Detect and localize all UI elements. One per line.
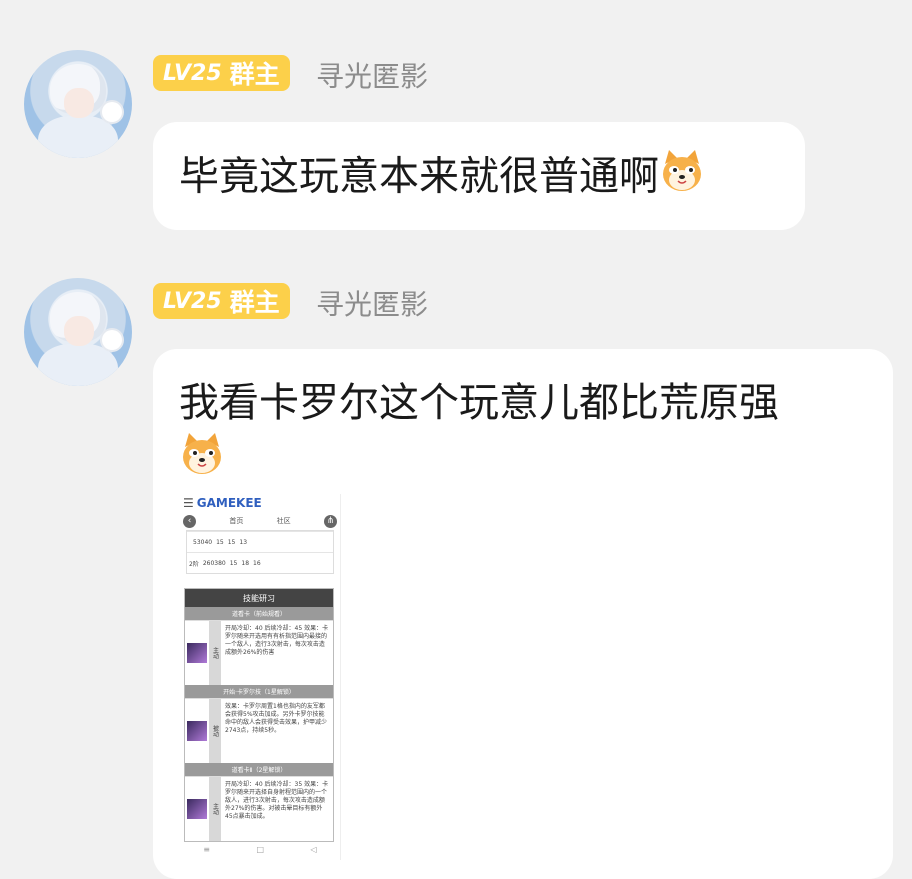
site-logo: GAMEKEE [196,496,262,510]
sender-nickname[interactable]: 寻光匿影 [316,283,428,323]
back-icon: ‹ [183,514,196,528]
message-text: 我看卡罗尔这个玩意儿都比荒原强 [179,380,779,426]
phone-nav-bar: ≡ □ ◁ [180,845,340,854]
menu-icon: ☰ [183,496,194,510]
table-row: 53040 15 15 13 [187,531,333,552]
skill-row: 主动 开局冷却：40 后续冷却：35 效果：卡罗尔随来开选择自身射程范围内的一个… [185,776,333,841]
member-badge: LV25 群主 [153,55,290,91]
table-row: 2阶 260380 15 18 16 [187,552,333,573]
skill-tag: 被动 [209,699,221,763]
table-cell: 15 [229,559,238,567]
role-label: 群主 [229,288,280,317]
back-icon: ◁ [310,845,317,854]
table-cell: 13 [239,538,248,546]
nav-item: 社区 [276,517,291,525]
level-label: LV25 [163,288,222,314]
menu-icon: ≡ [203,845,210,854]
message-bubble[interactable]: 毕竟这玩意本来就很普通啊 [153,122,805,230]
site-nav: ‹ 首页 社区 ⋔ [180,512,340,530]
table-cell: 260380 [202,559,226,567]
table-cell: 15 [227,538,236,546]
skill-name: 道看卡Ⅱ（2星解锁） [185,763,333,776]
skill-tag: 主动 [209,777,221,841]
level-label: LV25 [163,60,222,86]
skill-icon [185,699,209,763]
home-icon: □ [256,845,265,854]
skill-desc: 开局冷却：40 后续冷却：35 效果：卡罗尔随来开选择自身射程范围内的一个敌人，… [225,781,329,820]
share-icon: ⋔ [323,514,337,528]
table-cell: 2阶 [189,560,199,568]
attached-screenshot-image[interactable]: ☰ GAMEKEE ‹ 首页 社区 ⋔ 53040 15 15 13 2阶 26… [180,494,341,860]
avatar[interactable] [24,278,132,386]
table-cell: 16 [253,559,261,567]
skill-desc: 效果：卡罗尔周置1格也指内的友军都会获得5%攻击加成。另外卡罗尔技能命中的敌人会… [225,703,328,734]
site-header: ☰ GAMEKEE [180,494,340,512]
skill-icon [185,621,209,685]
skills-title: 技能研习 [185,589,333,607]
role-label: 群主 [229,60,280,89]
shiba-emoji-icon [659,148,705,209]
avatar[interactable] [24,50,132,158]
skill-desc: 开局冷却：40 后续冷却：45 效果：卡罗尔随来开选用有有析指范围内最接的一个敌… [225,625,329,656]
message-text: 毕竟这玩意本来就很普通啊 [179,153,659,200]
table-cell: 53040 [193,538,213,546]
skill-icon [185,777,209,841]
member-badge: LV25 群主 [153,283,290,319]
skills-section: 技能研习 道看卡（前始规看） 主动 开局冷却：40 后续冷却：45 效果：卡罗尔… [184,588,334,842]
skill-row: 被动 效果：卡罗尔周置1格也指内的友军都会获得5%攻击加成。另外卡罗尔技能命中的… [185,698,333,763]
shiba-emoji-icon [179,431,225,492]
table-cell: 15 [216,538,224,546]
skill-name: 开始·卡罗尔技（1星解锁） [185,685,333,698]
stats-table: 53040 15 15 13 2阶 260380 15 18 16 [186,530,334,574]
nav-item: 首页 [229,517,244,525]
skill-name: 道看卡（前始规看） [185,607,333,620]
table-cell: 18 [241,559,250,567]
sender-nickname[interactable]: 寻光匿影 [316,55,428,95]
skill-row: 主动 开局冷却：40 后续冷却：45 效果：卡罗尔随来开选用有有析指范围内最接的… [185,620,333,685]
skill-tag: 主动 [209,621,221,685]
